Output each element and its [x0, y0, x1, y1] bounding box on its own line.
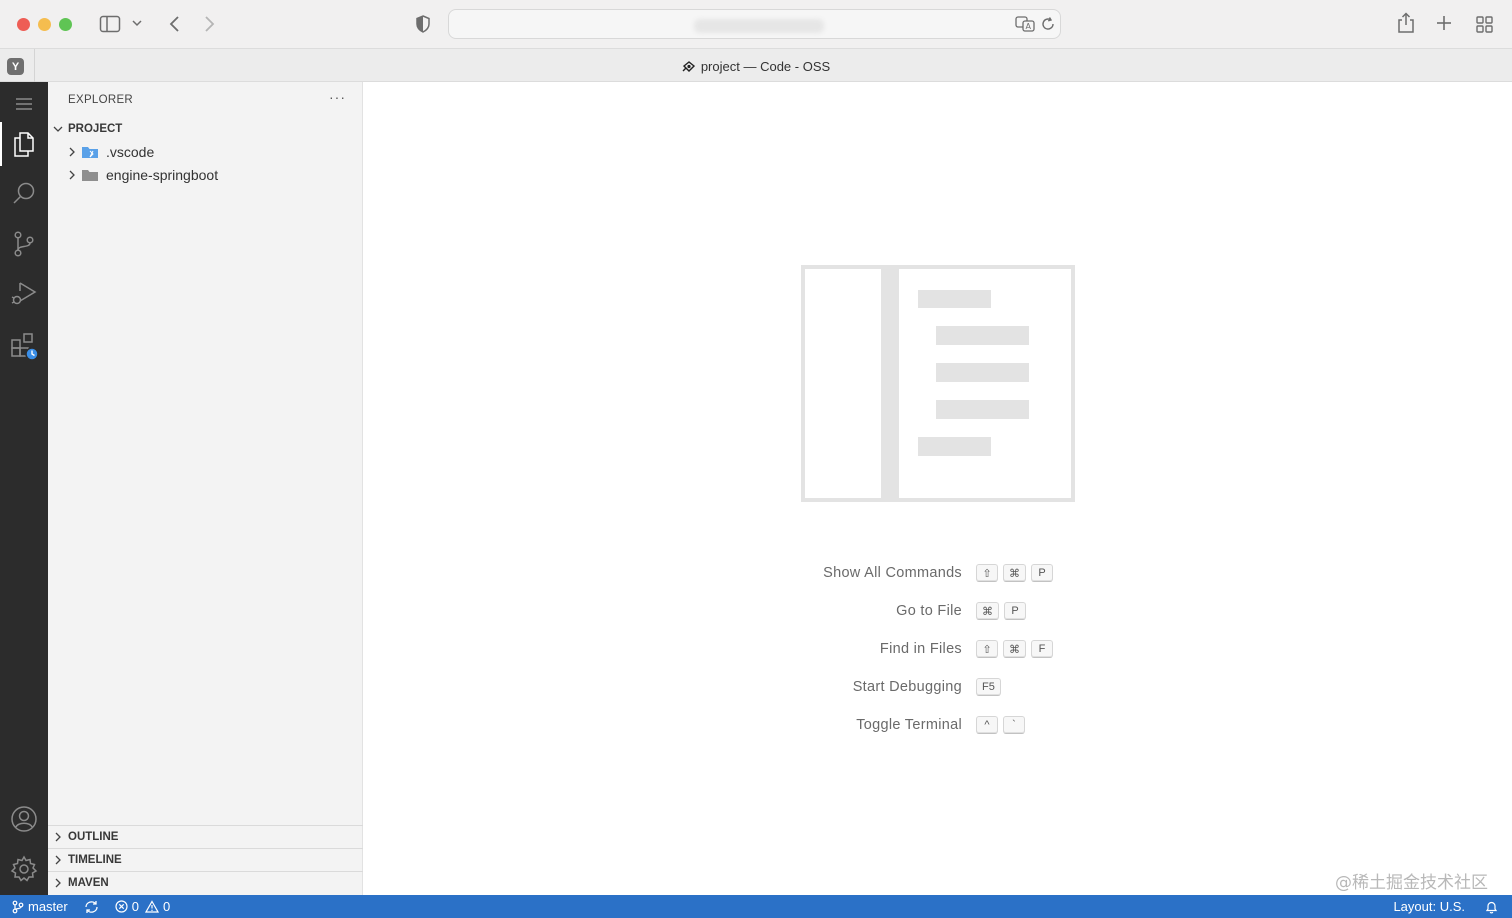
- shortcut-row: Go to File ⌘ P: [363, 602, 1512, 622]
- vscode-folder-icon: [81, 145, 103, 159]
- shortcut-label: Start Debugging: [852, 679, 962, 695]
- chevron-right-icon: [63, 147, 81, 157]
- shortcut-row: Start Debugging F5: [363, 678, 1512, 698]
- close-window-button[interactable]: [17, 18, 30, 31]
- key-cap: ⌘: [1003, 640, 1026, 658]
- search-icon[interactable]: [0, 172, 48, 216]
- timeline-section-header[interactable]: TIMELINE: [48, 848, 363, 870]
- account-icon[interactable]: [0, 797, 48, 841]
- tree-item-vscode[interactable]: .vscode: [48, 141, 363, 163]
- folder-icon: [81, 168, 103, 182]
- outline-section-header[interactable]: OUTLINE: [48, 825, 363, 847]
- editor-watermark-icon: [801, 265, 1075, 502]
- tree-item-label: engine-springboot: [106, 167, 219, 183]
- forward-icon[interactable]: [200, 13, 220, 35]
- code-oss-logo-icon: [682, 61, 695, 72]
- status-bar: master 0 0 Layout: U.S.: [0, 895, 1512, 918]
- more-actions-button[interactable]: ···: [329, 89, 346, 105]
- shield-icon[interactable]: [413, 13, 433, 35]
- tree-item-label: .vscode: [106, 144, 155, 160]
- sync-button[interactable]: [74, 895, 105, 918]
- zoom-window-button[interactable]: [59, 18, 72, 31]
- project-section-header[interactable]: PROJECT: [48, 118, 363, 140]
- chevron-down-icon: [48, 125, 68, 133]
- extensions-icon[interactable]: [0, 324, 48, 368]
- minimize-window-button[interactable]: [38, 18, 51, 31]
- activity-bar: [0, 82, 48, 895]
- error-icon: [115, 900, 128, 913]
- address-bar[interactable]: A: [448, 9, 1061, 39]
- editor-area: Show All Commands ⇧ ⌘ P Go to File ⌘ P F…: [363, 82, 1512, 895]
- shortcut-label: Show All Commands: [823, 565, 962, 581]
- key-cap: ^: [976, 716, 998, 734]
- branch-indicator[interactable]: master: [0, 895, 74, 918]
- translate-icon[interactable]: A: [1014, 15, 1036, 33]
- project-label: PROJECT: [68, 123, 123, 135]
- warning-icon: [144, 900, 159, 913]
- menu-icon[interactable]: [0, 82, 48, 126]
- key-cap: F5: [976, 678, 1001, 696]
- branch-icon: [12, 900, 24, 913]
- explorer-sidebar: EXPLORER ··· PROJECT .vscode engine-spri…: [48, 82, 363, 895]
- maven-section-header[interactable]: MAVEN: [48, 871, 363, 893]
- problems-indicator[interactable]: 0 0: [105, 895, 176, 918]
- reload-icon[interactable]: [1040, 16, 1056, 32]
- key-cap: F: [1031, 640, 1053, 658]
- chevron-right-icon: [48, 878, 68, 888]
- branch-name: master: [28, 899, 68, 914]
- chevron-down-icon[interactable]: [130, 16, 144, 30]
- key-cap: ⌘: [1003, 564, 1026, 582]
- sidebar-title: EXPLORER: [68, 94, 134, 106]
- tree-item-engine-springboot[interactable]: engine-springboot: [48, 164, 363, 186]
- key-cap: ⇧: [976, 640, 998, 658]
- run-debug-icon[interactable]: [0, 272, 48, 316]
- notifications-button[interactable]: [1479, 895, 1512, 918]
- warning-count: 0: [162, 899, 171, 914]
- shortcut-row: Toggle Terminal ^ `: [363, 716, 1512, 736]
- key-cap: ⌘: [976, 602, 999, 620]
- sidebar-toggle-icon[interactable]: [98, 14, 122, 34]
- bell-icon: [1485, 901, 1498, 913]
- site-watermark: @稀土掘金技术社区: [1335, 873, 1488, 893]
- active-tab[interactable]: project — Code - OSS: [0, 59, 1512, 74]
- chevron-right-icon: [63, 170, 81, 180]
- source-control-icon[interactable]: [0, 222, 48, 266]
- shortcut-row: Show All Commands ⇧ ⌘ P: [363, 564, 1512, 584]
- back-icon[interactable]: [164, 13, 184, 35]
- key-cap: ⇧: [976, 564, 998, 582]
- key-cap: `: [1003, 716, 1025, 734]
- keyboard-layout-indicator[interactable]: Layout: U.S.: [1387, 895, 1479, 918]
- shortcut-label: Toggle Terminal: [856, 717, 962, 733]
- share-icon[interactable]: [1395, 11, 1417, 35]
- tab-overview-icon[interactable]: [1474, 14, 1494, 34]
- chevron-right-icon: [48, 832, 68, 842]
- settings-icon[interactable]: [0, 847, 48, 891]
- maven-label: MAVEN: [68, 876, 109, 889]
- tab-bar: Y project — Code - OSS: [0, 48, 1512, 83]
- error-count: 0: [131, 899, 139, 914]
- browser-toolbar: A: [0, 0, 1512, 48]
- svg-text:A: A: [1026, 22, 1032, 31]
- window-title: project — Code - OSS: [700, 59, 831, 74]
- outline-label: OUTLINE: [68, 830, 119, 843]
- sync-icon: [85, 900, 98, 913]
- blurred-url: [694, 19, 824, 33]
- key-cap: P: [1031, 564, 1053, 582]
- files-icon[interactable]: [0, 122, 48, 166]
- shortcut-row: Find in Files ⇧ ⌘ F: [363, 640, 1512, 660]
- timeline-label: TIMELINE: [68, 853, 122, 866]
- shortcut-label: Go to File: [896, 603, 962, 619]
- layout-label: Layout: U.S.: [1393, 899, 1465, 914]
- new-tab-icon[interactable]: [1434, 13, 1454, 33]
- shortcut-label: Find in Files: [879, 641, 962, 657]
- key-cap: P: [1004, 602, 1026, 620]
- chevron-right-icon: [48, 855, 68, 865]
